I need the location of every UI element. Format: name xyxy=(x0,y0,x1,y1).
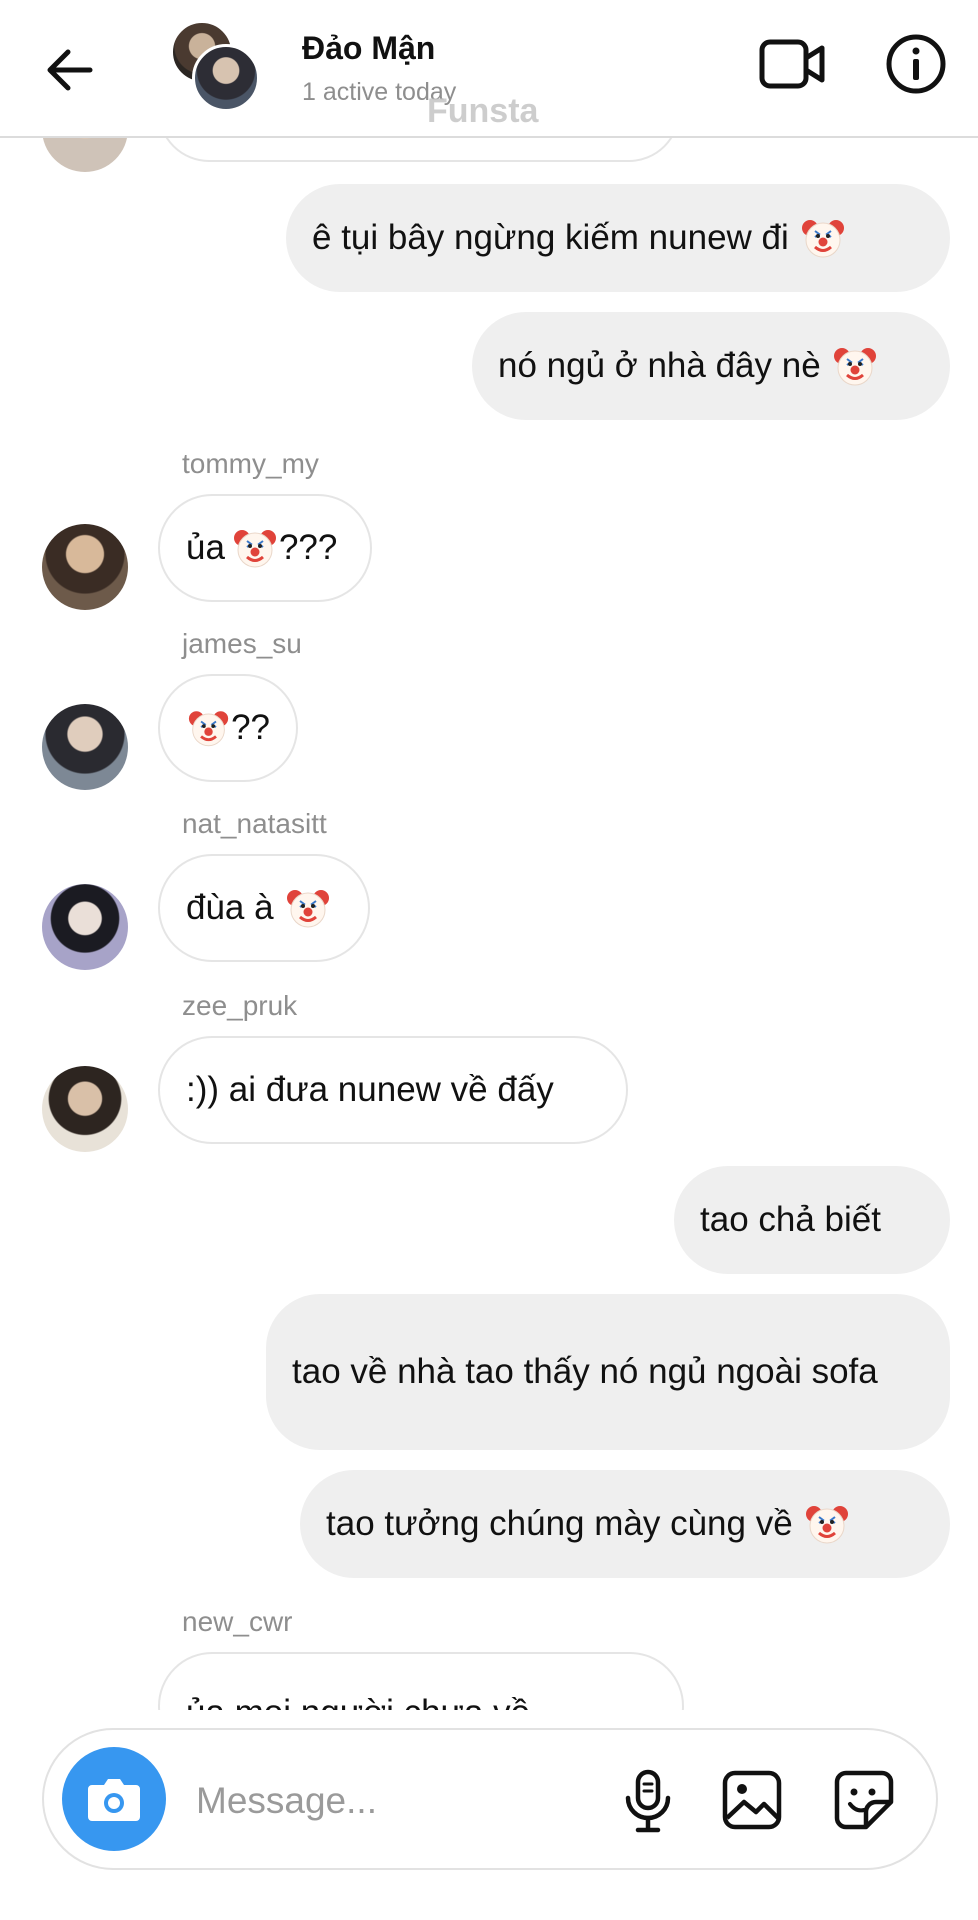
chat-title[interactable]: Đảo Mận xyxy=(302,30,435,67)
video-camera-icon xyxy=(759,39,825,89)
sender-name: zee_pruk xyxy=(182,990,298,1021)
watermark: Funsta xyxy=(427,92,539,130)
message-bubble[interactable]: ủa ??? xyxy=(158,494,372,602)
image-icon xyxy=(722,1770,782,1830)
avatar[interactable] xyxy=(42,704,128,790)
clown-face-emoji xyxy=(188,706,229,750)
group-avatar[interactable] xyxy=(170,20,260,112)
message-text: ê tụi bây ngừng kiếm nunew đi xyxy=(312,218,789,257)
message-text: tao chả biết xyxy=(700,1200,881,1239)
gallery-button[interactable] xyxy=(720,1768,784,1832)
microphone-icon xyxy=(625,1769,671,1833)
sender-name: tommy_my xyxy=(182,448,319,479)
video-call-button[interactable] xyxy=(758,34,828,94)
clown-face-emoji xyxy=(801,216,845,260)
message-thread[interactable]: ê tụi bây ngừng kiếm nunew đi nó ngủ ở n… xyxy=(0,0,978,1710)
sender-name: nat_natasitt xyxy=(182,808,327,839)
message-bubble[interactable]: ê tụi bây ngừng kiếm nunew đi xyxy=(286,184,950,292)
voice-message-button[interactable] xyxy=(614,1766,682,1834)
message-text: ?? xyxy=(231,708,270,747)
clown-face-emoji xyxy=(233,526,277,570)
message-bubble[interactable]: ?? xyxy=(158,674,298,782)
arrow-left-icon xyxy=(47,49,93,91)
camera-icon xyxy=(88,1779,140,1821)
message-input[interactable] xyxy=(194,1770,618,1832)
message-bubble[interactable]: :)) ai đưa nunew về đấy xyxy=(158,1036,628,1144)
message-bubble[interactable]: tao chả biết xyxy=(674,1166,950,1274)
message-text: tao tưởng chúng mày cùng về xyxy=(326,1504,793,1543)
message-text: ??? xyxy=(278,528,338,567)
message-bubble[interactable]: tao về nhà tao thấy nó ngủ ngoài sofa xyxy=(266,1294,950,1450)
message-text: tao về nhà tao thấy nó ngủ ngoài sofa xyxy=(292,1352,878,1391)
avatar[interactable] xyxy=(42,524,128,610)
sticker-button[interactable] xyxy=(832,1768,896,1832)
sender-name: new_cwr xyxy=(182,1606,293,1637)
message-text: nó ngủ ở nhà đây nè xyxy=(498,346,821,385)
back-button[interactable] xyxy=(40,40,100,100)
info-button[interactable] xyxy=(884,32,948,96)
message-bubble[interactable]: nó ngủ ở nhà đây nè xyxy=(472,312,950,420)
avatar[interactable] xyxy=(42,1066,128,1152)
sender-name: james_su xyxy=(182,628,302,659)
clown-face-emoji xyxy=(805,1502,849,1546)
clown-face-emoji xyxy=(833,344,877,388)
camera-button[interactable] xyxy=(62,1747,166,1851)
message-text: :)) ai đưa nunew về đấy xyxy=(186,1070,554,1109)
message-bubble[interactable]: tao tưởng chúng mày cùng về xyxy=(300,1470,950,1578)
chat-header: Đảo Mận 1 active today Funsta xyxy=(0,0,978,138)
message-text: ủa xyxy=(186,528,225,567)
info-icon xyxy=(886,34,946,94)
message-bubble[interactable]: ủa mọi người chưa về... xyxy=(158,1652,684,1710)
sticker-icon xyxy=(834,1770,894,1830)
message-text: ủa mọi người chưa về... xyxy=(186,1690,559,1710)
avatar[interactable] xyxy=(42,884,128,970)
clown-face-emoji xyxy=(286,886,330,930)
message-bubble[interactable]: đùa à xyxy=(158,854,370,962)
message-text: đùa à xyxy=(186,888,274,927)
message-composer xyxy=(42,1728,938,1870)
avatar xyxy=(192,44,260,112)
